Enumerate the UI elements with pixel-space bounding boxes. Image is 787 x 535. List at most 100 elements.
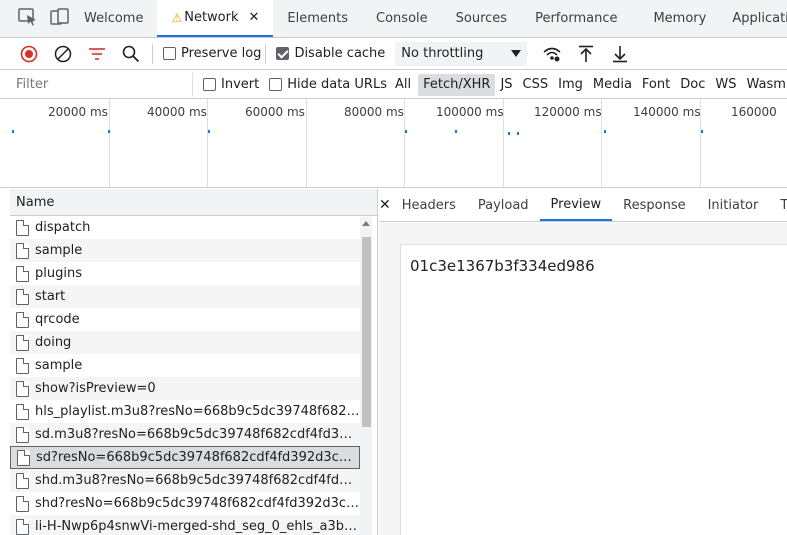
request-name: sd.m3u8?resNo=668b9c5dc39748f682cdf4fd39… xyxy=(35,427,360,442)
timeline-request-mark xyxy=(108,130,110,133)
tab-memory[interactable]: Memory xyxy=(631,0,720,37)
tab-headers[interactable]: Headers xyxy=(391,189,467,221)
tab-response[interactable]: Response xyxy=(612,189,696,221)
request-row[interactable]: sd.m3u8?resNo=668b9c5dc39748f682cdf4fd39… xyxy=(10,423,360,446)
devtools-tabbar: Welcome ⚠ Network ✕ Elements Console Sou… xyxy=(0,0,787,38)
timeline-request-mark xyxy=(455,130,457,133)
detail-tabbar: ✕ Headers Payload Preview Response Initi… xyxy=(379,189,787,222)
tab-label: Memory xyxy=(653,11,707,26)
scroll-up-icon[interactable] xyxy=(362,221,370,226)
request-row[interactable]: sample xyxy=(10,239,360,262)
network-conditions-button[interactable] xyxy=(535,38,569,70)
timeline-tick-label: 160000 xyxy=(731,105,777,119)
request-name: start xyxy=(35,289,66,304)
filter-type-font[interactable]: Font xyxy=(637,74,675,96)
tab-performance[interactable]: Performance xyxy=(521,0,631,37)
document-icon xyxy=(16,403,29,420)
device-toolbar-icon[interactable] xyxy=(50,7,70,30)
filter-input[interactable] xyxy=(10,72,193,97)
request-list-scrollbar[interactable] xyxy=(360,217,372,535)
request-row[interactable]: plugins xyxy=(10,262,360,285)
document-icon xyxy=(17,449,30,466)
filter-type-ws[interactable]: WS xyxy=(710,74,741,96)
timeline-tick-label: 120000 ms xyxy=(534,105,602,119)
timeline-tick-label: 40000 ms xyxy=(147,105,207,119)
request-row[interactable]: shd.m3u8?resNo=668b9c5dc39748f682cdf4fd3… xyxy=(10,469,360,492)
checkbox-box[interactable] xyxy=(269,78,283,91)
invert-checkbox[interactable]: Invert xyxy=(203,77,259,92)
network-toolbar: Preserve log Disable cache No throttling xyxy=(0,38,787,70)
filter-type-all[interactable]: All xyxy=(390,74,416,96)
timeline-gridline xyxy=(306,99,307,187)
request-row[interactable]: show?isPreview=0 xyxy=(10,377,360,400)
request-list: Name dispatch sample plugins start qrcod… xyxy=(10,189,378,535)
record-button[interactable] xyxy=(12,38,46,70)
timeline-tick-label: 20000 ms xyxy=(48,105,108,119)
request-row[interactable]: start xyxy=(10,285,360,308)
scrollbar-thumb[interactable] xyxy=(362,237,371,427)
search-button[interactable] xyxy=(114,38,148,70)
tab-label: Elements xyxy=(287,11,349,26)
clear-button[interactable] xyxy=(46,38,80,70)
upload-icon xyxy=(579,45,594,62)
filter-type-img[interactable]: Img xyxy=(553,74,588,96)
column-header-name[interactable]: Name xyxy=(10,189,377,216)
export-har-button[interactable] xyxy=(603,38,637,70)
document-icon xyxy=(16,518,29,535)
filter-type-media[interactable]: Media xyxy=(588,74,637,96)
filter-type-fetch-xhr[interactable]: Fetch/XHR xyxy=(418,73,496,96)
tab-initiator[interactable]: Initiator xyxy=(697,189,770,221)
checkbox-box[interactable] xyxy=(203,78,216,91)
tab-preview[interactable]: Preview xyxy=(539,189,613,221)
filter-type-js[interactable]: JS xyxy=(495,74,517,96)
tab-timing[interactable]: Tim xyxy=(769,189,787,221)
tab-sources[interactable]: Sources xyxy=(442,0,521,37)
request-name: li-H-Nwp6p4snwVi-merged-shd_seg_0_ehls_a… xyxy=(35,519,360,534)
request-name: sample xyxy=(35,243,83,258)
disable-cache-checkbox[interactable]: Disable cache xyxy=(276,46,385,61)
filter-type-wasm[interactable]: Wasm xyxy=(741,74,787,96)
request-row[interactable]: li-H-Nwp6p4snwVi-merged-shd_seg_0_ehls_a… xyxy=(10,515,360,535)
tab-payload[interactable]: Payload xyxy=(467,189,540,221)
request-name: sample xyxy=(35,358,83,373)
request-row[interactable]: doing xyxy=(10,331,360,354)
document-icon xyxy=(16,219,29,236)
request-name: shd.m3u8?resNo=668b9c5dc39748f682cdf4fd3… xyxy=(35,473,360,488)
request-row[interactable]: sample xyxy=(10,354,360,377)
tab-elements[interactable]: Elements xyxy=(273,0,362,37)
checkbox-label: Invert xyxy=(221,77,260,92)
filter-type-css[interactable]: CSS xyxy=(518,74,554,96)
import-har-button[interactable] xyxy=(569,38,603,70)
preserve-log-checkbox[interactable]: Preserve log xyxy=(163,46,261,61)
request-name: plugins xyxy=(35,266,82,281)
request-row[interactable]: qrcode xyxy=(10,308,360,331)
document-icon xyxy=(16,334,29,351)
timeline-tick-label: 100000 ms xyxy=(436,105,504,119)
timeline-tick-label: 140000 ms xyxy=(633,105,701,119)
checkbox-box[interactable] xyxy=(276,47,290,60)
request-row[interactable]: hls_playlist.m3u8?resNo=668b9c5dc39748f6… xyxy=(10,400,360,423)
tab-application[interactable]: Application xyxy=(720,0,787,37)
network-overview[interactable]: 20000 ms 40000 ms 60000 ms 80000 ms 1000… xyxy=(0,99,787,188)
tab-network[interactable]: ⚠ Network ✕ xyxy=(157,0,274,37)
tab-welcome[interactable]: Welcome xyxy=(70,0,157,37)
filter-icon xyxy=(89,47,105,60)
timeline-request-mark xyxy=(517,132,519,135)
tab-label: Sources xyxy=(455,11,508,26)
filter-type-doc[interactable]: Doc xyxy=(675,74,710,96)
tab-console[interactable]: Console xyxy=(362,0,442,37)
request-row[interactable]: dispatch xyxy=(10,216,360,239)
filter-toggle-button[interactable] xyxy=(80,38,114,70)
request-row[interactable]: shd?resNo=668b9c5dc39748f682cdf4fd392d3c… xyxy=(10,492,360,515)
wifi-settings-icon xyxy=(543,47,561,61)
request-name: dispatch xyxy=(35,220,91,235)
throttling-select[interactable]: No throttling xyxy=(395,41,528,66)
devtools-controls xyxy=(0,0,70,37)
inspect-element-icon[interactable] xyxy=(18,7,38,30)
close-detail-icon[interactable]: ✕ xyxy=(379,189,391,221)
checkbox-box[interactable] xyxy=(163,47,176,60)
hide-data-urls-checkbox[interactable]: Hide data URLs xyxy=(269,77,387,92)
timeline-gridline xyxy=(207,99,208,187)
request-row-selected[interactable]: sd?resNo=668b9c5dc39748f682cdf4fd392d3c8… xyxy=(10,446,360,469)
close-tab-icon[interactable]: ✕ xyxy=(249,10,260,25)
